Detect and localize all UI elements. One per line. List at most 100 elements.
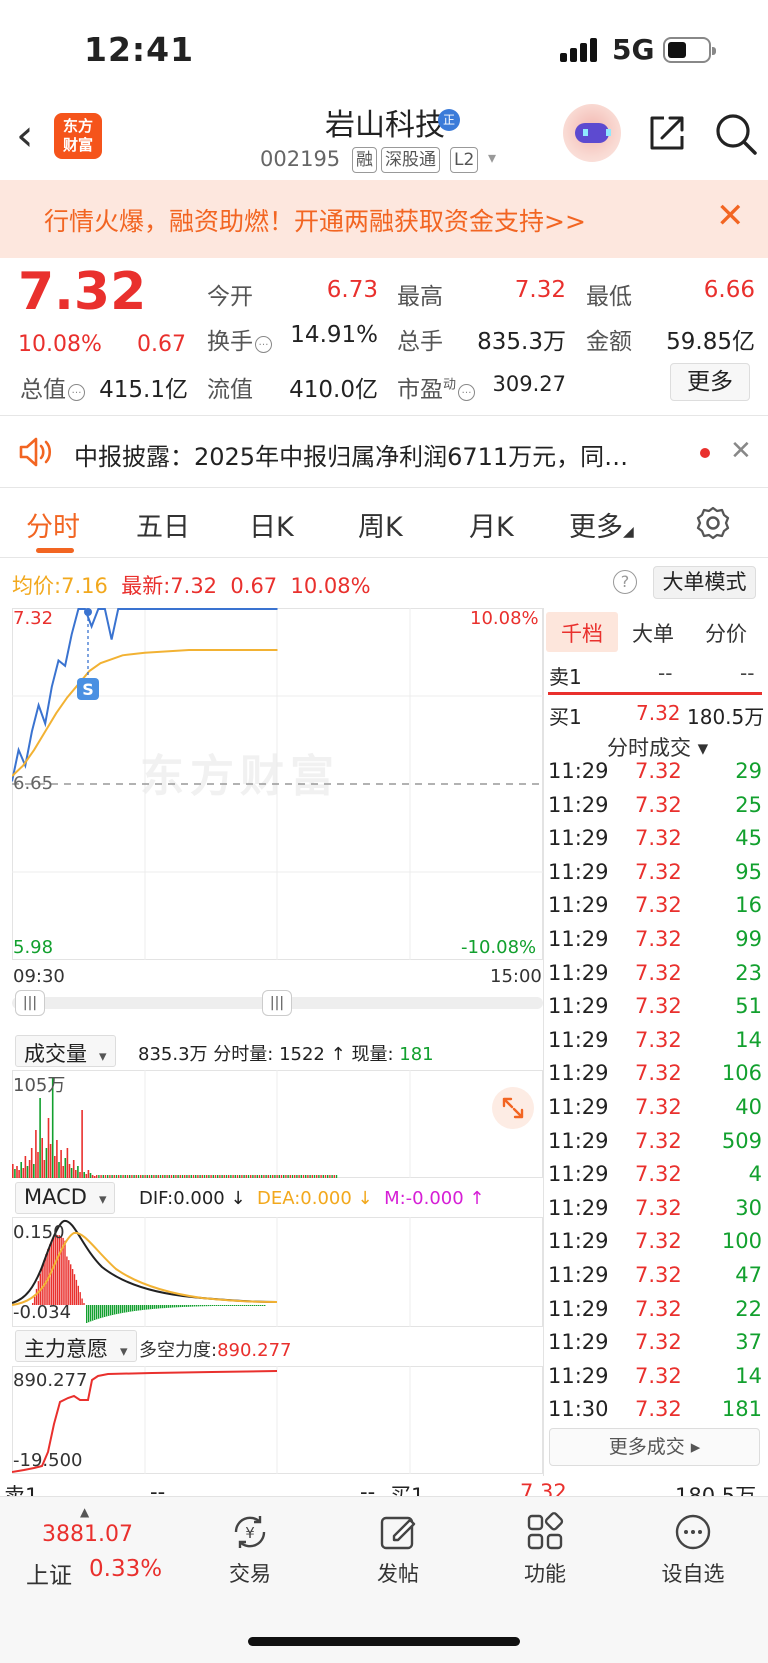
volume-bar xyxy=(291,1175,294,1178)
index-value[interactable]: 3881.07 xyxy=(42,1522,133,1547)
volume-scale: 105万 xyxy=(13,1075,66,1096)
volume-bar xyxy=(113,1175,115,1178)
volume-bar xyxy=(254,1175,256,1178)
volume-selector[interactable]: 成交量 xyxy=(15,1035,116,1067)
turnover-label: 换手… xyxy=(207,322,274,356)
macd-bar xyxy=(202,1305,204,1307)
tab-price-dist[interactable]: 分价 xyxy=(705,618,747,648)
macd-bar xyxy=(242,1305,244,1306)
turnover-value: 14.91% xyxy=(290,322,378,348)
info-icon[interactable]: … xyxy=(255,336,272,353)
nav-watchlist[interactable]: 设自选 xyxy=(648,1510,738,1588)
macd-bar xyxy=(180,1305,182,1308)
macd-bar xyxy=(66,1256,68,1305)
nav-trade[interactable]: ¥ 交易 xyxy=(205,1510,295,1588)
more-ticks-button[interactable]: 更多成交 ▸ xyxy=(549,1428,760,1466)
tab-order-book[interactable]: 千档 xyxy=(561,618,603,648)
volume-bar xyxy=(225,1175,228,1178)
volume-bar xyxy=(62,1166,64,1178)
volume-bar xyxy=(320,1175,322,1178)
macd-bar xyxy=(186,1305,188,1307)
macd-bar xyxy=(100,1305,102,1319)
volume-bar xyxy=(219,1175,221,1178)
volume-bar xyxy=(91,1175,94,1178)
more-quote-button[interactable]: 更多 xyxy=(670,363,750,401)
force-selector[interactable]: 主力意愿 xyxy=(15,1330,137,1362)
macd-bar xyxy=(144,1305,146,1310)
tick-row: 11:29 7.32 47 xyxy=(546,1263,764,1296)
range-handle-right[interactable]: ||| xyxy=(262,990,292,1016)
nav-functions[interactable]: 功能 xyxy=(500,1510,590,1588)
chart-info-line: 均价:7.16 最新:7.32 0.67 10.08% xyxy=(12,574,371,598)
robot-avatar-icon[interactable] xyxy=(563,104,621,162)
tab-intraday[interactable]: 分时 xyxy=(26,505,80,544)
tick-row: 11:29 7.32 29 xyxy=(546,759,764,792)
volume-bar xyxy=(179,1175,181,1178)
ticks-header[interactable]: 分时成交 ▾ xyxy=(607,732,708,762)
macd-bar xyxy=(246,1305,248,1306)
stock-name[interactable]: 岩山科技 xyxy=(250,100,520,144)
range-handle-left[interactable]: ||| xyxy=(15,990,45,1016)
index-name[interactable]: 上证 xyxy=(26,1556,72,1590)
search-icon[interactable] xyxy=(714,112,758,156)
tab-more[interactable]: 更多◢ xyxy=(569,505,634,544)
tick-time: 11:29 xyxy=(548,1061,609,1086)
macd-bar xyxy=(79,1292,81,1305)
volume-bar xyxy=(223,1175,225,1178)
volume-bar xyxy=(30,1148,33,1178)
back-icon[interactable]: ‹ xyxy=(16,112,34,160)
volume-bar xyxy=(79,1172,81,1178)
signal-marker-label: S xyxy=(82,680,94,699)
share-icon[interactable] xyxy=(646,112,688,154)
tick-row: 11:29 7.32 37 xyxy=(546,1330,764,1363)
info-icon[interactable]: … xyxy=(68,384,85,401)
macd-bar xyxy=(208,1305,210,1307)
tick-row: 11:29 7.32 16 xyxy=(546,893,764,926)
close-icon[interactable]: ✕ xyxy=(730,436,752,466)
volume-bar xyxy=(49,1144,52,1178)
pct-axis-bottom: -10.08% xyxy=(461,937,537,958)
chevron-down-icon[interactable]: ▾ xyxy=(488,148,496,167)
volume-bar xyxy=(307,1175,309,1178)
nav-post[interactable]: 发帖 xyxy=(353,1510,443,1588)
promo-text[interactable]: 行情火爆，融资助燃！开通两融获取资金支持>> xyxy=(44,202,586,238)
tab-daily-k[interactable]: 日K xyxy=(249,505,294,544)
tick-time: 11:29 xyxy=(548,1363,609,1388)
volume-bar xyxy=(331,1175,333,1178)
index-percent[interactable]: 0.33% xyxy=(89,1556,162,1582)
tick-row: 11:29 7.32 51 xyxy=(546,994,764,1027)
macd-selector[interactable]: MACD xyxy=(15,1182,116,1214)
news-text[interactable]: 中报披露：2025年中报归属净利润6711万元，同… xyxy=(74,437,628,472)
amount-label: 金额 xyxy=(586,329,632,355)
help-icon[interactable]: ? xyxy=(613,570,637,594)
macd-bar xyxy=(230,1305,232,1306)
force-svg xyxy=(12,1366,411,1474)
expand-icon[interactable] xyxy=(492,1087,534,1129)
macd-bar xyxy=(194,1305,196,1307)
volume-bar xyxy=(188,1175,190,1178)
volume-info: 835.3万 分时量: 1522 ↑ 现量: 181 xyxy=(138,1044,434,1065)
macd-bar xyxy=(262,1305,264,1306)
volume-bar xyxy=(201,1175,203,1178)
mcap-label: 总值… xyxy=(20,370,87,404)
big-order-mode-button[interactable]: 大单模式 xyxy=(653,566,756,599)
info-icon[interactable]: … xyxy=(458,384,476,401)
volume-bar xyxy=(35,1130,37,1178)
macd-bar xyxy=(256,1305,258,1306)
tick-volume: 181 xyxy=(721,1397,762,1422)
volume-bar xyxy=(120,1175,122,1178)
tick-volume: 22 xyxy=(735,1296,762,1321)
tab-weekly-k[interactable]: 周K xyxy=(358,505,403,544)
close-icon[interactable]: ✕ xyxy=(716,198,745,234)
gear-icon[interactable] xyxy=(695,505,731,541)
tab-monthly-k[interactable]: 月K xyxy=(469,505,514,544)
volume-bar xyxy=(263,1175,265,1178)
tab-five-day[interactable]: 五日 xyxy=(136,505,190,544)
sell1-label: 卖1 xyxy=(549,665,582,689)
volume-bar xyxy=(68,1164,71,1178)
macd-bar xyxy=(222,1305,224,1306)
tab-big-orders[interactable]: 大单 xyxy=(632,618,674,648)
macd-bar xyxy=(45,1254,47,1305)
grid-icon xyxy=(527,1512,564,1550)
macd-bar xyxy=(260,1305,262,1306)
